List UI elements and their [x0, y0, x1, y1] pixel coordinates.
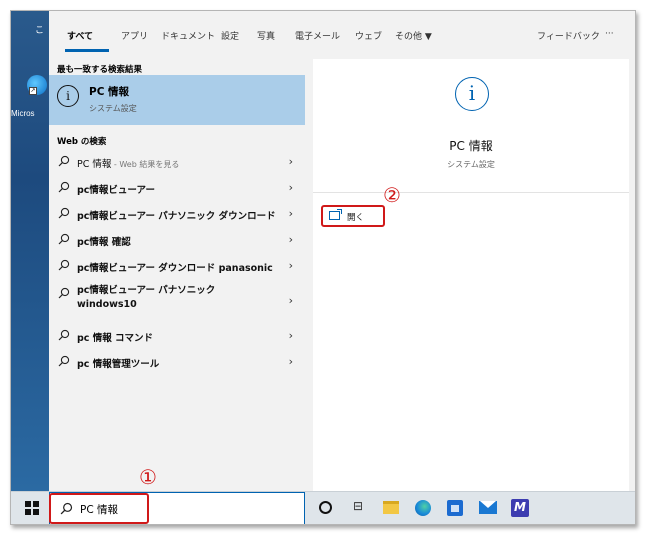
info-icon: i — [455, 77, 489, 111]
task-view-icon[interactable]: ⊟ — [353, 499, 371, 517]
web-search-heading: Web の検索 — [57, 137, 107, 147]
web-result-suffix: - Web 結果を見る — [111, 160, 180, 169]
tab-documents[interactable]: ドキュメント — [161, 29, 215, 42]
divider — [313, 192, 629, 193]
search-tabs: すべて アプリ ドキュメント 設定 写真 電子メール ウェブ その他 ▼ フィー… — [49, 11, 635, 59]
web-result-text: pc情報ビューアー — [77, 185, 155, 196]
web-result-label: pc情報ビューアー パナソニック windows10 — [77, 284, 277, 312]
web-result-label: PC 情報 - Web 結果を見る — [77, 156, 179, 170]
desktop-text-fragment: こ — [35, 26, 45, 36]
web-result-item[interactable]: pc情報ビューアー パナソニック windows10 › — [49, 281, 305, 319]
web-result-text: pc情報ビューアー パナソニック ダウンロード — [77, 211, 276, 222]
best-match-heading: 最も一致する検索結果 — [57, 65, 143, 75]
taskbar-search-box[interactable] — [49, 492, 305, 524]
open-window-icon — [329, 209, 342, 220]
web-result-label: pc情報ビューアー パナソニック ダウンロード — [77, 208, 276, 222]
web-result-text: pc情報ビューアー ダウンロード panasonic — [77, 263, 273, 274]
tab-more[interactable]: その他 ▼ — [395, 29, 432, 42]
chevron-right-icon[interactable]: › — [289, 181, 293, 194]
tab-all[interactable]: すべて — [67, 29, 93, 42]
feedback-link[interactable]: フィードバック — [537, 29, 600, 42]
active-tab-indicator — [65, 49, 109, 52]
web-result-text: PC 情報 — [77, 159, 112, 170]
search-icon — [58, 233, 70, 245]
web-result-label: pc情報ビューアー ダウンロード panasonic — [77, 260, 273, 274]
tab-settings[interactable]: 設定 — [221, 29, 239, 42]
best-match-title: PC 情報 — [89, 86, 130, 98]
cortana-icon[interactable] — [319, 501, 332, 514]
search-icon — [58, 287, 70, 299]
web-result-item[interactable]: pc情報ビューアー › — [49, 175, 305, 201]
desktop-background: こ ↗ Micros — [11, 11, 49, 491]
web-result-text: pc情報 確認 — [77, 237, 131, 248]
annotation-callout-1: ① — [139, 465, 157, 489]
open-button-label: 開く — [347, 213, 365, 223]
detail-subtitle: システム設定 — [447, 160, 495, 169]
chevron-right-icon[interactable]: › — [289, 329, 293, 342]
web-result-text: pc 情報 コマンド — [77, 333, 154, 344]
mail-icon[interactable] — [479, 501, 497, 514]
web-result-item[interactable]: pc情報ビューアー パナソニック ダウンロード › — [49, 201, 305, 227]
chevron-right-icon[interactable]: › — [289, 259, 293, 272]
tab-apps[interactable]: アプリ — [121, 29, 148, 42]
web-result-label: pc情報 確認 — [77, 234, 131, 248]
file-explorer-icon[interactable] — [383, 501, 399, 514]
chevron-right-icon[interactable]: › — [289, 207, 293, 220]
search-icon — [58, 329, 70, 341]
web-result-label: pc 情報管理ツール — [77, 356, 159, 370]
screenshot-frame: こ ↗ Micros すべて アプリ ドキュメント 設定 写真 電子メール ウェ… — [10, 10, 636, 525]
search-icon — [58, 155, 70, 167]
web-result-item[interactable]: pc情報 確認 › — [49, 227, 305, 253]
chevron-right-icon[interactable]: › — [289, 294, 293, 307]
best-match-item[interactable]: i PC 情報 システム設定 — [49, 75, 305, 125]
desktop-shortcut-icon[interactable]: ↗ — [27, 75, 47, 107]
windows-start-icon[interactable] — [25, 501, 39, 515]
edge-browser-icon[interactable] — [415, 500, 431, 516]
search-icon — [58, 259, 70, 271]
search-icon — [58, 181, 70, 193]
web-result-item[interactable]: PC 情報 - Web 結果を見る › — [49, 149, 305, 175]
annotation-callout-2: ② — [383, 183, 401, 207]
search-input[interactable] — [80, 501, 280, 517]
search-icon — [58, 207, 70, 219]
result-detail-pane: i PC 情報 システム設定 開く — [313, 59, 629, 491]
info-icon: i — [57, 85, 79, 107]
tab-photos[interactable]: 写真 — [257, 29, 275, 42]
web-result-label: pc 情報 コマンド — [77, 330, 153, 344]
web-result-text: pc情報ビューアー パナソニック windows10 — [77, 285, 216, 310]
chevron-right-icon[interactable]: › — [289, 155, 293, 168]
store-icon[interactable] — [447, 500, 463, 516]
tab-web[interactable]: ウェブ — [355, 29, 382, 42]
search-icon — [58, 355, 70, 367]
best-match-subtitle: システム設定 — [89, 104, 137, 113]
search-panel: すべて アプリ ドキュメント 設定 写真 電子メール ウェブ その他 ▼ フィー… — [49, 11, 635, 491]
web-result-item[interactable]: pc情報ビューアー ダウンロード panasonic › — [49, 253, 305, 279]
search-icon — [60, 502, 73, 515]
pinned-app-icon[interactable] — [511, 499, 529, 517]
detail-title: PC 情報 — [449, 139, 493, 153]
more-options-button[interactable]: ··· — [605, 29, 614, 39]
chevron-right-icon[interactable]: › — [289, 355, 293, 368]
open-button[interactable]: 開く — [321, 205, 385, 227]
web-result-label: pc情報ビューアー — [77, 182, 155, 196]
web-result-text: pc 情報管理ツール — [77, 359, 160, 370]
shortcut-arrow-icon: ↗ — [29, 87, 37, 95]
web-result-item[interactable]: pc 情報管理ツール › — [49, 349, 305, 375]
web-result-item[interactable]: pc 情報 コマンド › — [49, 323, 305, 349]
tab-email[interactable]: 電子メール — [295, 29, 340, 42]
desktop-shortcut-label: Micros — [11, 109, 35, 118]
results-list: 最も一致する検索結果 i PC 情報 システム設定 Web の検索 PC 情報 … — [49, 59, 305, 491]
taskbar: ⊟ — [11, 491, 635, 524]
chevron-right-icon[interactable]: › — [289, 233, 293, 246]
